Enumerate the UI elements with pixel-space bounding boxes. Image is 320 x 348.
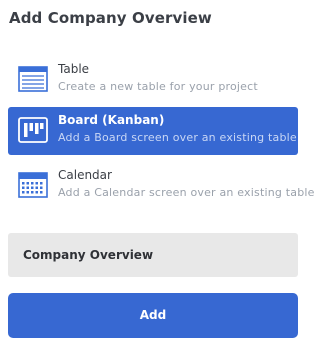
kanban-board-icon	[18, 117, 48, 143]
option-title: Table	[58, 62, 90, 76]
option-table[interactable]: Table Create a new table for your projec…	[8, 56, 298, 104]
option-description: Add a Board screen over an existing tabl…	[58, 131, 297, 144]
screen-name-input[interactable]	[8, 233, 298, 277]
option-calendar[interactable]: Calendar Add a Calendar screen over an e…	[8, 162, 314, 210]
option-title: Calendar	[58, 168, 112, 182]
option-title: Board (Kanban)	[58, 113, 165, 127]
table-icon	[18, 66, 48, 92]
option-description: Add a Calendar screen over an existing t…	[58, 186, 315, 199]
dialog-title: Add Company Overview	[9, 9, 212, 27]
calendar-icon	[18, 172, 48, 198]
option-board-kanban[interactable]: Board (Kanban) Add a Board screen over a…	[8, 107, 298, 155]
option-description: Create a new table for your project	[58, 80, 258, 93]
add-button[interactable]: Add	[8, 293, 298, 338]
